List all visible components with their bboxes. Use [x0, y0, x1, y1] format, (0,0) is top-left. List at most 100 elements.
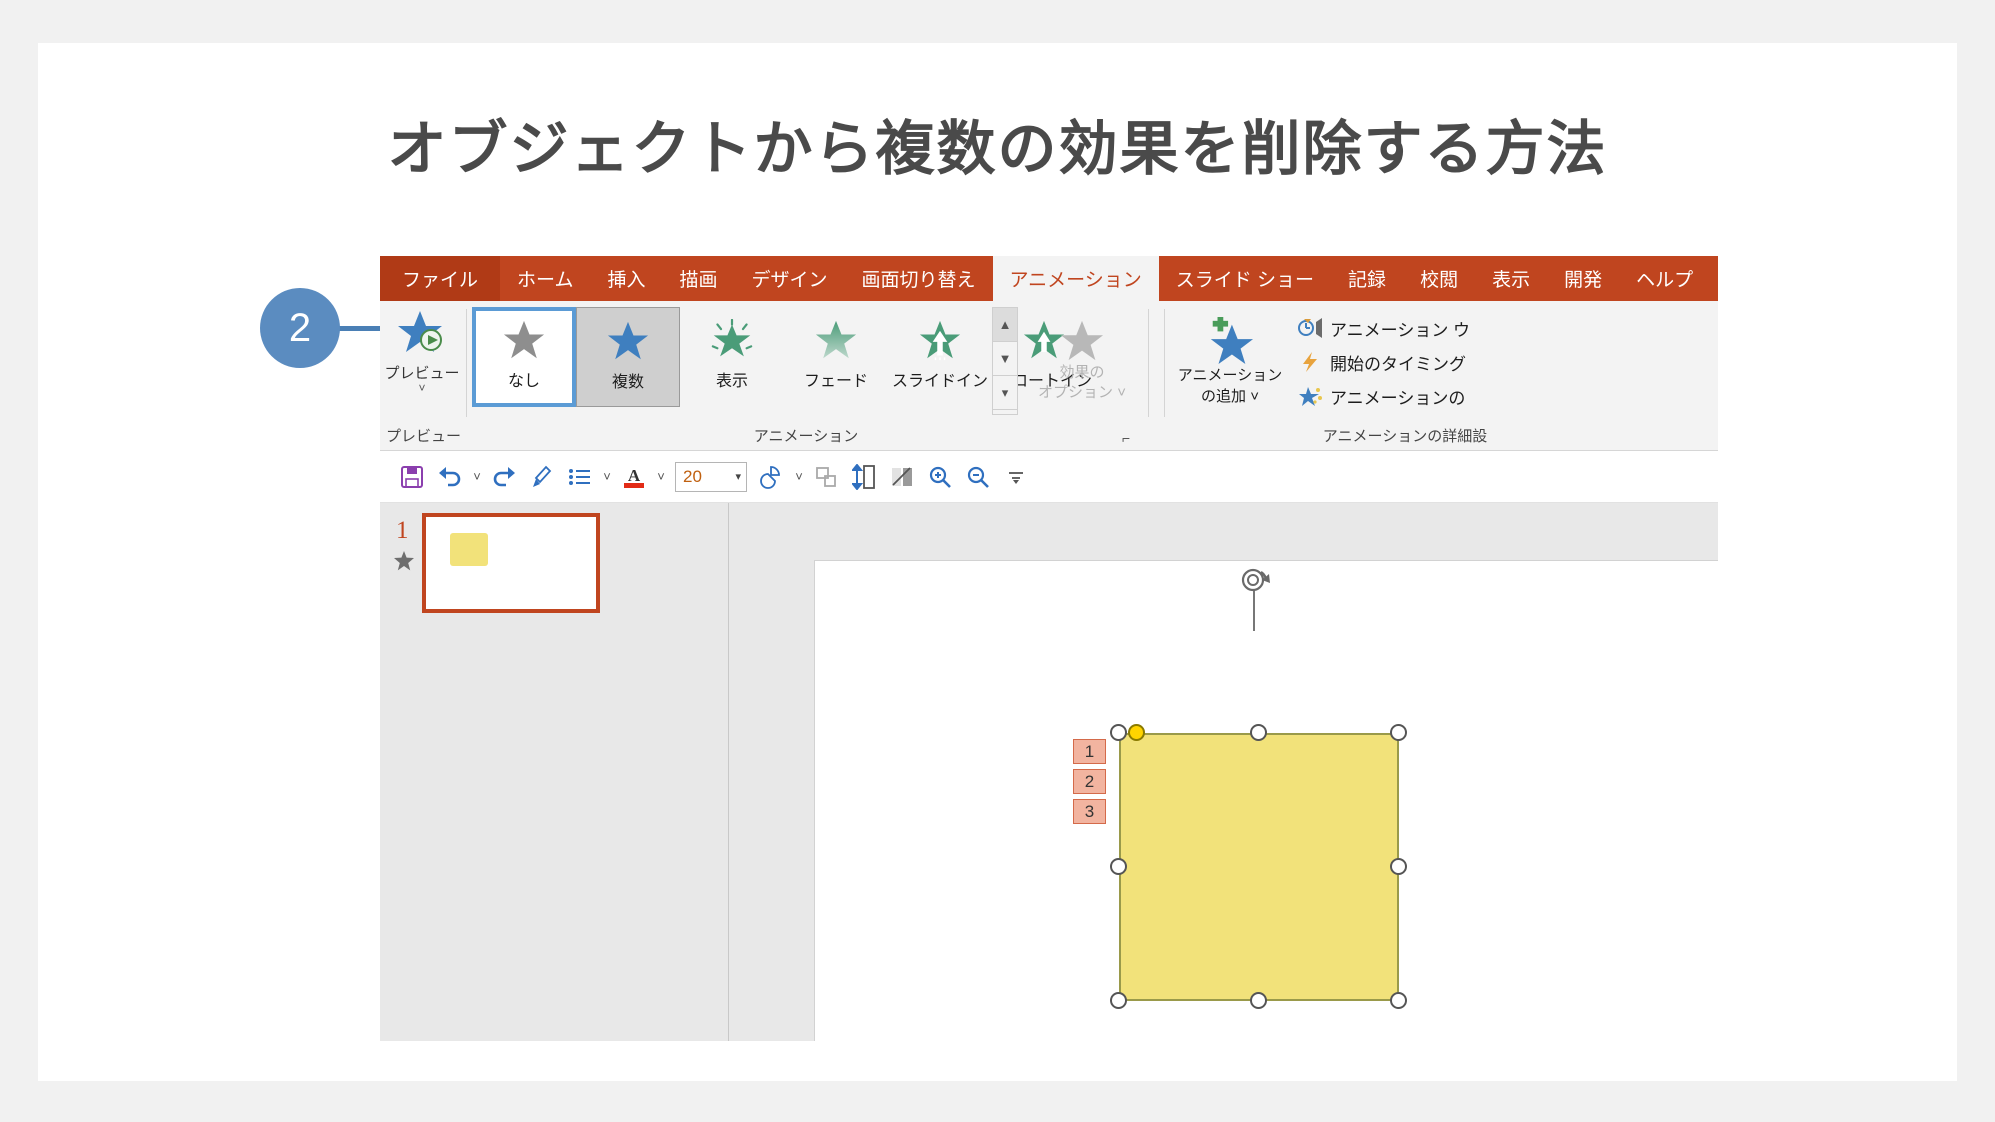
powerpoint-screenshot: ファイル ホーム 挿入 描画 デザイン 画面切り替え アニメーション スライド …	[380, 256, 1718, 1041]
more-icon[interactable]	[998, 459, 1034, 495]
slide-thumbnail-pane[interactable]: 1	[380, 503, 728, 1041]
gallery-more-button[interactable]: ▾	[993, 376, 1017, 410]
start-timing-label: 開始のタイミング	[1330, 354, 1466, 374]
start-timing-item[interactable]: 開始のタイミング	[1298, 345, 1470, 379]
effect-options-button[interactable]: 効果の オプション ˅	[1030, 307, 1134, 415]
star-fade-green-icon	[815, 320, 857, 359]
gallery-item-slide-in-label: スライドイン	[891, 373, 988, 390]
animation-painter-item[interactable]: アニメーションの	[1298, 379, 1470, 413]
tab-help[interactable]: ヘルプ	[1619, 256, 1710, 301]
save-icon[interactable]	[394, 459, 430, 495]
resize-handle-middle-right[interactable]	[1390, 858, 1407, 875]
tab-record[interactable]: 記録	[1331, 256, 1403, 301]
tab-home[interactable]: ホーム	[500, 256, 590, 301]
pane-divider[interactable]	[728, 503, 729, 1041]
gallery-item-none[interactable]: なし	[472, 307, 576, 407]
add-animation-button[interactable]: アニメーション の追加 ˅	[1170, 307, 1290, 415]
bullet-list-icon[interactable]	[562, 459, 598, 495]
gallery-item-fade[interactable]: フェード	[784, 307, 888, 407]
size-icon[interactable]	[846, 459, 882, 495]
quick-access-toolbar: ˅ ˅ A ˅ 20 ▾ ˅	[380, 451, 1718, 503]
slide-shape-rectangle[interactable]	[1119, 733, 1399, 1001]
resize-handle-bottom-center[interactable]	[1250, 992, 1267, 1009]
resize-handle-bottom-left[interactable]	[1110, 992, 1127, 1009]
effect-options-line1: 効果の	[1059, 364, 1105, 381]
animation-pane-item[interactable]: アニメーション ウ	[1298, 311, 1470, 345]
preview-button[interactable]: プレビュー ˅	[385, 307, 460, 415]
font-color-icon[interactable]: A	[616, 459, 652, 495]
gallery-item-slide-in[interactable]: スライドイン	[888, 307, 992, 407]
preview-dropdown-chevron[interactable]: ˅	[418, 382, 425, 394]
resize-handle-middle-left[interactable]	[1110, 858, 1127, 875]
animation-badge-3[interactable]: 3	[1073, 799, 1106, 824]
star-burst-green-icon	[711, 319, 753, 357]
rotate-icon[interactable]	[1237, 565, 1271, 600]
tab-developer[interactable]: 開発	[1547, 256, 1619, 301]
resize-handle-top-right[interactable]	[1390, 724, 1407, 741]
tab-review[interactable]: 校閲	[1403, 256, 1475, 301]
animation-dialog-launcher[interactable]: ⌐	[1122, 430, 1130, 446]
gallery-scrollbar[interactable]: ▲ ▼ ▾	[992, 307, 1018, 415]
animation-badge-1[interactable]: 1	[1073, 739, 1106, 764]
slide-number-label: 1	[396, 517, 409, 544]
slide-canvas[interactable]: 1 2 3	[814, 560, 1718, 1041]
advanced-animation-list: アニメーション ウ 開始のタイミング アニメーションの	[1298, 311, 1470, 413]
tab-transitions[interactable]: 画面切り替え	[845, 256, 993, 301]
format-painter-icon[interactable]	[524, 459, 560, 495]
shapes-icon[interactable]	[754, 459, 790, 495]
gallery-item-appear[interactable]: 表示	[680, 307, 784, 407]
callout-badge-2: 2	[260, 288, 340, 368]
shape-format-icon[interactable]	[884, 459, 920, 495]
font-color-dropdown-caret[interactable]: ˅	[654, 469, 668, 484]
undo-dropdown-caret[interactable]: ˅	[470, 469, 484, 484]
animation-painter-icon	[1299, 387, 1322, 406]
slide-thumbnail-1[interactable]	[422, 513, 600, 613]
resize-handle-bottom-right[interactable]	[1390, 992, 1407, 1009]
gallery-scroll-down-button[interactable]: ▼	[993, 342, 1017, 376]
tab-file[interactable]: ファイル	[380, 256, 501, 301]
zoom-out-icon[interactable]	[960, 459, 996, 495]
effect-options-line2: オプション ˅	[1038, 384, 1126, 401]
slide-animation-star-icon	[392, 549, 416, 578]
group-label-animation: アニメーション	[753, 428, 859, 445]
tab-slideshow[interactable]: スライド ショー	[1159, 256, 1331, 301]
shapes-dropdown-caret[interactable]: ˅	[792, 469, 806, 484]
animation-painter-label: アニメーションの	[1330, 388, 1466, 408]
add-animation-line2: の追加 ˅	[1201, 388, 1259, 405]
tab-draw[interactable]: 描画	[662, 256, 734, 301]
page-title: オブジェクトから複数の効果を削除する方法	[387, 116, 1608, 182]
animation-pane-icon	[1298, 318, 1322, 338]
gallery-item-multiple[interactable]: 複数	[576, 307, 680, 407]
ribbon-body: プレビュー ˅ プレビュー なし 複数 表示 フェード スライドイン フロートイ…	[380, 301, 1718, 451]
resize-handle-top-left[interactable]	[1110, 724, 1127, 741]
adjust-handle-yellow[interactable]	[1128, 724, 1145, 741]
slide-card: オブジェクトから複数の効果を削除する方法 2 ファイル ホーム 挿入 描画 デザ…	[38, 43, 1957, 1081]
font-size-field[interactable]: 20 ▾	[675, 461, 747, 492]
star-gray-icon	[503, 320, 545, 359]
tab-design[interactable]: デザイン	[734, 256, 844, 301]
arrange-icon[interactable]	[808, 459, 844, 495]
font-size-dropdown-caret[interactable]: ▾	[735, 470, 741, 483]
gallery-item-none-label: なし	[507, 373, 540, 390]
gallery-item-fade-label: フェード	[803, 373, 868, 390]
font-size-value: 20	[683, 466, 702, 486]
svg-text:A: A	[628, 466, 641, 485]
group-divider-2	[1148, 309, 1149, 417]
zoom-in-icon[interactable]	[922, 459, 958, 495]
redo-icon[interactable]	[486, 459, 522, 495]
add-animation-line1: アニメーション	[1177, 367, 1283, 384]
animation-badge-2[interactable]: 2	[1073, 769, 1106, 794]
tab-view[interactable]: 表示	[1475, 256, 1547, 301]
star-blue-icon	[607, 321, 649, 360]
animation-pane-label: アニメーション ウ	[1330, 320, 1471, 340]
tab-insert[interactable]: 挿入	[590, 256, 662, 301]
gallery-scroll-up-button[interactable]: ▲	[993, 308, 1017, 342]
resize-handle-top-center[interactable]	[1250, 724, 1267, 741]
bullet-list-dropdown-caret[interactable]: ˅	[600, 469, 614, 484]
tab-animations[interactable]: アニメーション	[992, 256, 1159, 301]
star-gray-disabled-icon	[1060, 320, 1104, 361]
group-divider-3	[1164, 309, 1165, 417]
workspace: 1 1 2 3	[380, 503, 1718, 1041]
lightning-icon	[1303, 352, 1317, 372]
undo-icon[interactable]	[432, 459, 468, 495]
